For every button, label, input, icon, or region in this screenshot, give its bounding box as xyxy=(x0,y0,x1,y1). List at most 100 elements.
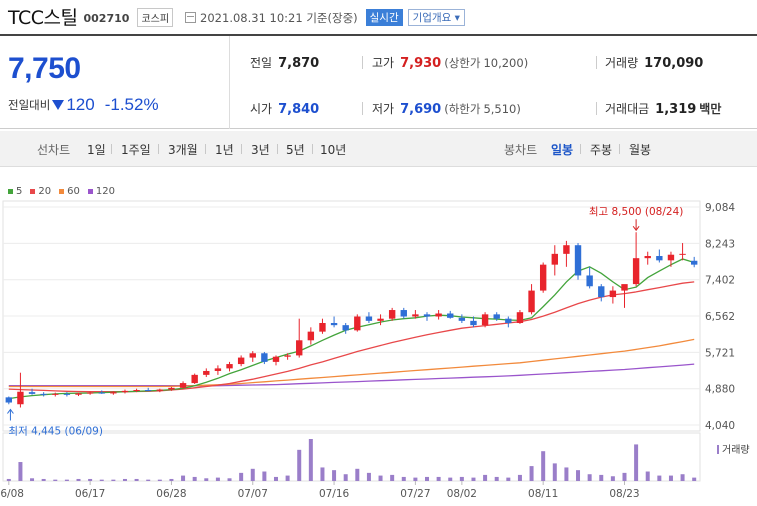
volume-bar xyxy=(181,475,186,481)
volume-bar xyxy=(401,476,406,481)
y-tick-label: 4,880 xyxy=(705,384,735,396)
volume-frame xyxy=(2,432,701,482)
company-info-dropdown[interactable]: 기업개요 ▾ xyxy=(407,9,465,26)
volume-bar xyxy=(215,477,220,481)
stock-header: TCC스틸 002710 코스피 2021.08.31 10:21 기준(장중)… xyxy=(0,0,757,33)
candle-body xyxy=(609,290,617,298)
volume-bar xyxy=(471,477,476,481)
volume-bar xyxy=(692,477,697,481)
candle-body xyxy=(598,286,605,298)
upper-limit-label: (상한가 xyxy=(444,56,481,70)
y-tick-label: 7,402 xyxy=(705,275,735,287)
volume-bar xyxy=(459,476,464,481)
candle-body xyxy=(156,389,164,391)
tab-10y[interactable]: 10년 xyxy=(320,141,346,158)
candle-body xyxy=(586,275,593,287)
tab-3y[interactable]: 3년 xyxy=(251,141,270,158)
x-tick-label: 06/17 xyxy=(75,488,105,500)
candle-body xyxy=(40,393,47,395)
tab-daily[interactable]: 일봉 xyxy=(551,141,573,158)
line-chart-label: 선차트 xyxy=(37,143,71,157)
y-tick-label: 8,243 xyxy=(705,238,735,250)
candle-body xyxy=(447,313,454,318)
x-tick-label: 06/08 xyxy=(0,488,24,500)
volume-bar xyxy=(645,471,650,481)
open-value: 7,840 xyxy=(278,102,320,117)
volume-bar xyxy=(564,467,569,481)
candle-body xyxy=(86,392,94,394)
candle-body xyxy=(179,383,187,388)
volume-bar xyxy=(587,474,592,481)
x-tick-label: 07/16 xyxy=(319,488,350,500)
prev-close-label: 전일 xyxy=(250,56,273,70)
tab-1y[interactable]: 1년 xyxy=(215,141,234,158)
divider xyxy=(596,56,597,69)
volume-bar xyxy=(680,474,685,481)
candle-body xyxy=(632,258,640,285)
divider xyxy=(312,144,313,154)
candle-body xyxy=(307,331,315,341)
candle-body xyxy=(679,253,686,255)
high-label: 고가 xyxy=(372,56,395,70)
candle-body xyxy=(656,256,663,261)
volume-bar xyxy=(88,478,93,481)
upper-limit-value: 10,200) xyxy=(483,56,529,70)
high-annotation: 최고 8,500 (08/24) xyxy=(589,206,684,218)
y-tick-label: 6,562 xyxy=(705,311,735,323)
candle-body xyxy=(203,370,210,375)
x-tick-label: 08/23 xyxy=(609,488,639,500)
price-panel: 7,750 전일대비 120 -1.52% 전일 7,870 고가 7,930 … xyxy=(0,34,757,129)
company-info-label: 기업개요 xyxy=(412,12,452,24)
divider xyxy=(158,144,159,154)
calendar-icon xyxy=(185,12,197,23)
volume-bar xyxy=(378,475,383,481)
divider xyxy=(277,144,278,154)
low-annotation: 최저 4,445 (06/09) xyxy=(8,425,103,437)
tab-3m[interactable]: 3개월 xyxy=(168,141,198,158)
stock-code: 002710 xyxy=(83,11,130,25)
tab-5y[interactable]: 5년 xyxy=(286,141,305,158)
tab-monthly[interactable]: 월봉 xyxy=(629,141,651,158)
volume-bar xyxy=(436,476,441,481)
candle-body xyxy=(528,290,535,313)
tab-1d[interactable]: 1일 xyxy=(87,141,106,158)
candle-body xyxy=(52,393,59,395)
lower-limit-label: (하한가 xyxy=(444,102,481,116)
candle-body xyxy=(284,355,291,357)
volume-bar xyxy=(425,476,430,481)
volume-bar xyxy=(134,478,139,481)
candle-body xyxy=(17,391,24,405)
chevron-down-icon: ▾ xyxy=(454,12,460,24)
volume-bar xyxy=(227,478,232,481)
open-label: 시가 xyxy=(250,102,273,116)
volume-bar xyxy=(250,468,255,481)
candle-body xyxy=(226,364,233,369)
tab-weekly[interactable]: 주봉 xyxy=(590,141,612,158)
volume-bar xyxy=(64,479,69,481)
stock-chart[interactable]: 9,084 8,243 7,402 6,562 5,721 4,880 4,040 06/08… xyxy=(0,180,757,506)
volume-bar xyxy=(599,474,604,481)
stock-name: TCC스틸 xyxy=(8,7,78,29)
candle-body xyxy=(28,392,36,394)
candle-body xyxy=(319,323,326,332)
volume-bar xyxy=(30,478,35,481)
low-label: 저가 xyxy=(372,102,395,116)
current-price-box: 7,750 전일대비 120 -1.52% xyxy=(0,36,230,129)
high-price: 고가 7,930 (상한가 10,200) xyxy=(372,54,528,71)
divider xyxy=(362,56,363,69)
divider xyxy=(111,144,112,154)
volume-bar xyxy=(610,476,615,481)
candle-body xyxy=(168,387,175,390)
change-value: 120 xyxy=(66,95,95,114)
change-rate: -1.52% xyxy=(104,95,159,114)
trade-value-label: 거래대금 xyxy=(605,102,650,116)
realtime-button[interactable]: 실시간 xyxy=(365,9,403,26)
trade-value-stat: 거래대금 1,319 백만 xyxy=(605,100,721,117)
period-tabbar: 선차트 1일 1주일 3개월 1년 3년 5년 10년 봉차트 일봉 주봉 월봉 xyxy=(0,131,757,167)
tab-1w[interactable]: 1주일 xyxy=(121,141,151,158)
candle-body xyxy=(272,356,280,362)
low-value: 7,690 xyxy=(400,102,442,117)
candle-body xyxy=(435,313,442,317)
divider xyxy=(362,102,363,115)
volume-bar xyxy=(390,474,395,481)
